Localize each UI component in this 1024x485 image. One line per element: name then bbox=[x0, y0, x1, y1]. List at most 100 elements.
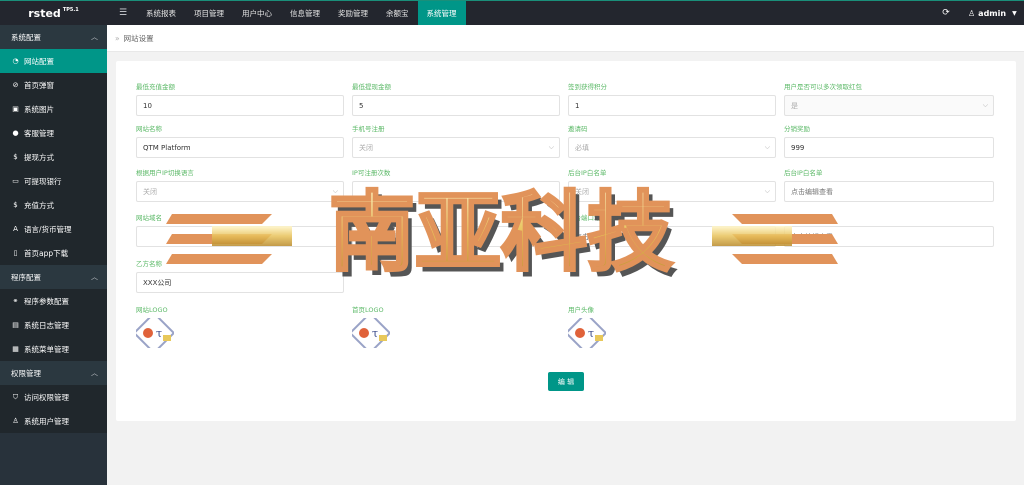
chevron-up-icon: ︿ bbox=[91, 33, 98, 41]
sidebar-group-permission[interactable]: 权限管理 ︿ bbox=[0, 361, 107, 385]
chat-icon: ● bbox=[12, 129, 19, 137]
sidebar-item-system-images[interactable]: ▣ 系统图片 bbox=[0, 97, 107, 121]
field-party-b-name: 乙方名称 XXX公司 bbox=[136, 259, 344, 293]
svg-text:τ: τ bbox=[372, 327, 378, 340]
gauge-icon: ◔ bbox=[12, 57, 19, 65]
link-icon: ⚭ bbox=[12, 297, 19, 305]
signin-points-input[interactable]: 1 bbox=[568, 95, 776, 116]
min-recharge-input[interactable]: 10 bbox=[136, 95, 344, 116]
menu-toggle-icon[interactable]: ☰ bbox=[113, 1, 133, 25]
field-ip-language: 根据用户IP切换语言 关闭 ⌵ bbox=[136, 168, 344, 202]
nav-reward-management[interactable]: 奖励管理 bbox=[329, 1, 377, 25]
field-ip-register-times: IP可注册次数 bbox=[352, 168, 560, 202]
ip-register-times-input[interactable] bbox=[352, 181, 560, 202]
sidebar-item-app-download[interactable]: ▯ 首页app下载 bbox=[0, 241, 107, 265]
user-menu[interactable]: ♙ admin ▼ bbox=[968, 1, 1017, 25]
chevron-down-icon: ⌵ bbox=[332, 187, 338, 195]
svg-text:τ: τ bbox=[156, 327, 162, 340]
backend-access-domain-input[interactable]: 点击编辑查看 bbox=[784, 226, 994, 247]
nav-system-management[interactable]: 系统管理 bbox=[417, 1, 466, 25]
image-icon: ▣ bbox=[12, 105, 19, 113]
field-min-withdraw: 最低提现金额 5 bbox=[352, 82, 560, 116]
nav-user-center[interactable]: 用户中心 bbox=[233, 1, 281, 25]
svg-text:τ: τ bbox=[588, 327, 594, 340]
multi-redpacket-select[interactable]: 是 ⌵ bbox=[784, 95, 994, 116]
backup-domain-input[interactable]: 点击编辑查看 bbox=[352, 226, 560, 247]
site-domain-input[interactable] bbox=[136, 226, 344, 247]
chevron-down-icon: ⌵ bbox=[548, 143, 554, 151]
sidebar-item-access-control[interactable]: ⛉ 访问权限管理 bbox=[0, 385, 107, 409]
sidebar-group-program-config[interactable]: 程序配置 ︿ bbox=[0, 265, 107, 289]
mobile-icon: ▯ bbox=[13, 249, 18, 257]
field-backend-port-domain: 后台端口域名 点击编辑查看 bbox=[568, 213, 776, 247]
field-user-avatar: 用户头像 τ bbox=[564, 305, 668, 355]
nav-system-report[interactable]: 系统报表 bbox=[137, 1, 185, 25]
field-site-logo: 网站LOGO τ bbox=[132, 305, 236, 355]
sidebar-item-program-params[interactable]: ⚭ 程序参数配置 bbox=[0, 289, 107, 313]
user-name: admin bbox=[978, 8, 1007, 18]
site-logo-image[interactable]: τ bbox=[132, 311, 176, 355]
link-icon: ⊘ bbox=[12, 81, 19, 89]
breadcrumb-current: 网站设置 bbox=[123, 33, 154, 43]
card-icon: ▭ bbox=[12, 177, 19, 185]
sidebar-item-withdraw-banks[interactable]: ▭ 可提现银行 bbox=[0, 169, 107, 193]
dollar-icon: $ bbox=[13, 201, 18, 209]
chevron-down-icon: ⌵ bbox=[764, 187, 770, 195]
field-site-domain: 网站域名 bbox=[136, 213, 344, 247]
site-name-input[interactable]: QTM Platform bbox=[136, 137, 344, 158]
nav-project-management[interactable]: 项目管理 bbox=[185, 1, 233, 25]
invite-code-select[interactable]: 必填 ⌵ bbox=[568, 137, 776, 158]
field-backend-ip-list: 后台IP白名单 点击编辑查看 bbox=[784, 168, 994, 202]
user-icon: ♙ bbox=[12, 417, 19, 425]
share-link-input[interactable]: 999 bbox=[784, 137, 994, 158]
sidebar-item-system-logs[interactable]: ▤ 系统日志管理 bbox=[0, 313, 107, 337]
party-b-name-input[interactable]: XXX公司 bbox=[136, 272, 344, 293]
field-phone-register: 手机号注册 关闭 ⌵ bbox=[352, 124, 560, 158]
sidebar: 系统配置 ︿ ◔ 网站配置 ⊘ 首页弹窗 ▣ 系统图片 ● 客服管理 $ 提现方式 ▭ 可提现… bbox=[0, 25, 107, 485]
sidebar-item-recharge-methods[interactable]: $ 充值方式 bbox=[0, 193, 107, 217]
sidebar-group-system-config[interactable]: 系统配置 ︿ bbox=[0, 25, 107, 49]
nav-yuebao[interactable]: 余额宝 bbox=[377, 1, 418, 25]
menu-icon: ▦ bbox=[12, 345, 19, 353]
edit-button[interactable]: 编 辑 bbox=[548, 372, 584, 391]
field-site-name: 网站名称 QTM Platform bbox=[136, 124, 344, 158]
field-invite-code: 邀请码 必填 ⌵ bbox=[568, 124, 776, 158]
field-share-link: 分销奖励 999 bbox=[784, 124, 994, 158]
chevron-down-icon: ⌵ bbox=[764, 143, 770, 151]
backend-ip-list-input[interactable]: 点击编辑查看 bbox=[784, 181, 994, 202]
user-icon: ♙ bbox=[968, 8, 976, 18]
sidebar-item-system-menus[interactable]: ▦ 系统菜单管理 bbox=[0, 337, 107, 361]
refresh-icon[interactable]: ⟳ bbox=[938, 1, 954, 25]
dollar-icon: $ bbox=[13, 153, 18, 161]
field-signin-points: 签到获得积分 1 bbox=[568, 82, 776, 116]
user-avatar-image[interactable]: τ bbox=[564, 311, 608, 355]
chevron-down-icon: ⌵ bbox=[982, 101, 988, 109]
sidebar-item-system-users[interactable]: ♙ 系统用户管理 bbox=[0, 409, 107, 433]
sidebar-item-site-config[interactable]: ◔ 网站配置 bbox=[0, 49, 107, 73]
chevron-up-icon: ︿ bbox=[91, 273, 98, 281]
min-withdraw-input[interactable]: 5 bbox=[352, 95, 560, 116]
ip-language-select[interactable]: 关闭 ⌵ bbox=[136, 181, 344, 202]
breadcrumb-separator-icon: » bbox=[115, 33, 120, 43]
chevron-up-icon: ︿ bbox=[91, 369, 98, 377]
shield-icon: ⛉ bbox=[12, 392, 19, 401]
sidebar-item-home-popup[interactable]: ⊘ 首页弹窗 bbox=[0, 73, 107, 97]
home-logo-image[interactable]: τ bbox=[348, 311, 392, 355]
backend-port-domain-input[interactable]: 点击编辑查看 bbox=[568, 226, 776, 247]
sidebar-item-withdraw-methods[interactable]: $ 提现方式 bbox=[0, 145, 107, 169]
nav-info-management[interactable]: 信息管理 bbox=[281, 1, 329, 25]
app-logo: rsted TP5.1 bbox=[28, 6, 79, 20]
translate-icon: A bbox=[13, 225, 18, 233]
top-bar: rsted TP5.1 ☰ 系统报表 项目管理 用户中心 信息管理 奖励管理 余额… bbox=[0, 0, 1024, 25]
field-min-recharge: 最低充值金额 10 bbox=[136, 82, 344, 116]
top-nav: 系统报表 项目管理 用户中心 信息管理 奖励管理 余额宝 系统管理 bbox=[137, 1, 466, 25]
field-backend-ip-whitelist: 后台IP白名单 关闭 ⌵ bbox=[568, 168, 776, 202]
sidebar-item-language-currency[interactable]: A 语言/货币管理 bbox=[0, 217, 107, 241]
breadcrumb: » 网站设置 bbox=[107, 25, 1024, 52]
sidebar-item-customer-service[interactable]: ● 客服管理 bbox=[0, 121, 107, 145]
backend-ip-whitelist-select[interactable]: 关闭 ⌵ bbox=[568, 181, 776, 202]
settings-panel: 最低充值金额 10 最低提现金额 5 签到获得积分 1 用户是否可以多次领取红包… bbox=[116, 61, 1016, 421]
phone-register-select[interactable]: 关闭 ⌵ bbox=[352, 137, 560, 158]
log-icon: ▤ bbox=[12, 321, 19, 329]
chevron-down-icon: ▼ bbox=[1012, 9, 1017, 17]
